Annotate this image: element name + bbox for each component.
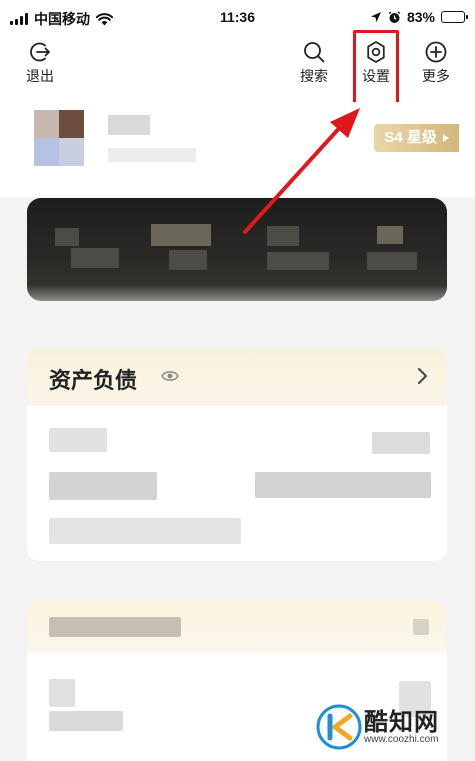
eye-icon[interactable]: [161, 369, 179, 383]
blurred-icon: [413, 619, 429, 635]
blurred-value: [372, 432, 430, 454]
settings-button[interactable]: 设置: [352, 40, 400, 86]
more-button[interactable]: 更多: [412, 40, 460, 86]
assets-title: 资产负债: [49, 368, 138, 393]
card-fade: [0, 285, 475, 330]
search-icon: [304, 42, 325, 63]
blurred-value: [49, 428, 107, 452]
gear-icon: [367, 41, 385, 63]
status-right: 83%: [370, 9, 468, 25]
location-arrow-icon: [370, 12, 381, 22]
caret-right-icon: [443, 134, 449, 142]
battery-icon: [441, 11, 468, 23]
chevron-right-icon[interactable]: [417, 367, 429, 385]
logout-label: 退出: [26, 68, 54, 84]
watermark-brand: 酷知网: [364, 709, 439, 736]
second-card-header[interactable]: [27, 601, 447, 653]
watermark-logo: 酷知网 www.coozhi.com: [316, 700, 466, 755]
blurred-title: [49, 617, 181, 637]
status-bar: 中国移动 11:36 83%: [0, 0, 475, 36]
assets-liabilities-card[interactable]: 资产负债: [27, 348, 447, 561]
coozhi-logo-icon: [316, 704, 362, 750]
star-level-badge[interactable]: S4 星级: [374, 124, 459, 152]
blurred-value: [255, 472, 431, 498]
profile-section: S4 星级: [0, 102, 475, 197]
search-label: 搜索: [300, 68, 328, 84]
assets-card-header[interactable]: 资产负债: [27, 348, 447, 406]
search-button[interactable]: 搜索: [290, 40, 338, 86]
watermark-url: www.coozhi.com: [364, 734, 439, 745]
blurred-value: [49, 679, 75, 707]
more-label: 更多: [422, 68, 450, 84]
blurred-value: [49, 518, 241, 544]
logout-button[interactable]: 退出: [16, 40, 64, 86]
blurred-value: [49, 711, 123, 731]
plus-circle-icon: [425, 41, 447, 63]
blurred-value: [49, 472, 157, 500]
star-level-label: S4 星级: [384, 129, 437, 146]
user-name-blurred: [108, 115, 150, 135]
user-info-blurred: [108, 148, 196, 162]
settings-label: 设置: [362, 68, 390, 84]
battery-percent: 83%: [406, 9, 435, 25]
logout-icon: [30, 42, 50, 62]
alarm-icon: [388, 10, 401, 23]
avatar[interactable]: [34, 110, 84, 166]
top-toolbar: 退出 搜索 设置 更多: [0, 36, 475, 102]
